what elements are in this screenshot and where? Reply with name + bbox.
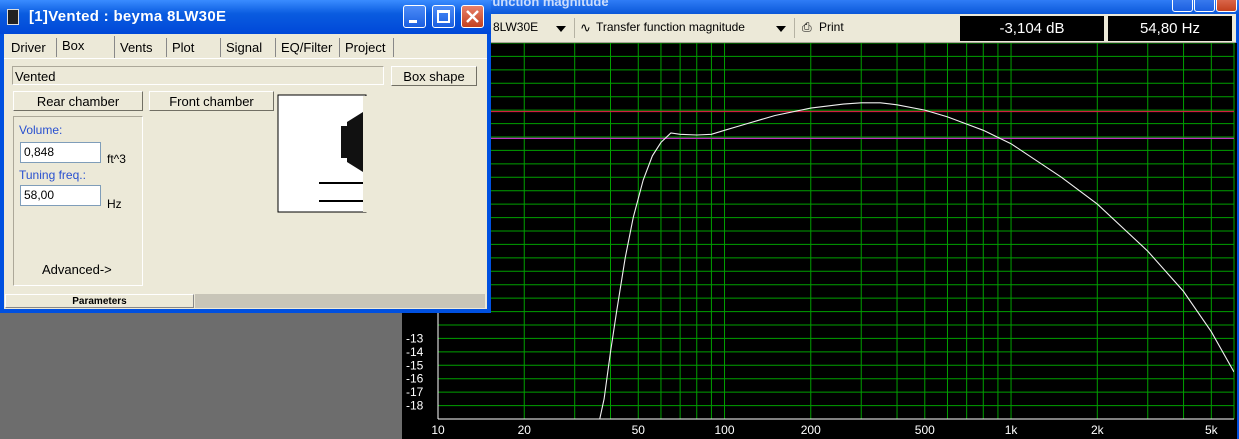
volume-label: Volume: — [19, 123, 63, 137]
box-preview-image — [277, 94, 367, 213]
dialog-title: [1]Vented : beyma 8LW30E — [29, 8, 227, 25]
minimize-icon[interactable] — [1172, 0, 1193, 12]
plot-window-titlebar[interactable]: function magnitude — [402, 0, 1239, 14]
y-tick-label: -16 — [406, 372, 424, 386]
advanced-link[interactable]: Advanced-> — [42, 262, 112, 277]
dialog-titlebar[interactable]: [1]Vented : beyma 8LW30E — [0, 0, 491, 34]
frequency-response-chart[interactable]: 10 20 50 100 200 500 1k 2k 5k -13-14-15-16-17-18 — [402, 43, 1237, 439]
hz-readout: 54,80 Hz — [1108, 16, 1232, 41]
box-shape-button[interactable]: Box shape — [391, 66, 477, 86]
toolbar-separator — [574, 18, 575, 38]
plot-window-title: function magnitude — [488, 0, 609, 9]
volume-input[interactable]: 0,848 — [20, 142, 101, 163]
y-tick-label: -13 — [406, 331, 424, 345]
tab-eq-filter[interactable]: EQ/Filter — [276, 38, 340, 57]
view-select[interactable]: Transfer function magnitude — [596, 20, 745, 34]
db-readout: -3,104 dB — [960, 16, 1104, 41]
tuning-freq-unit: Hz — [107, 197, 122, 211]
volume-unit: ft^3 — [107, 152, 126, 166]
driver-select[interactable]: 8LW30E — [493, 20, 538, 34]
tab-box[interactable]: Box — [57, 36, 115, 58]
tab-project[interactable]: Project — [340, 38, 394, 57]
tuning-freq-label: Tuning freq.: — [19, 168, 86, 182]
front-chamber-button[interactable]: Front chamber — [149, 91, 274, 111]
tab-driver[interactable]: Driver — [6, 38, 57, 57]
tab-vents[interactable]: Vents — [115, 38, 167, 57]
waveform-icon: ∿ — [580, 20, 591, 35]
y-tick-label: -17 — [406, 385, 424, 399]
printer-icon[interactable]: ⎙ — [802, 20, 812, 35]
dialog-client: Driver Box Vents Plot Signal EQ/Filter P… — [4, 34, 487, 309]
x-tick-label: 10 — [431, 423, 445, 437]
box-type-field: Vented — [12, 66, 384, 85]
chevron-down-icon[interactable] — [776, 26, 786, 32]
x-tick-label: 50 — [632, 423, 646, 437]
status-empty-cell — [195, 294, 485, 308]
print-button[interactable]: Print — [819, 20, 844, 34]
close-icon[interactable] — [1216, 0, 1237, 12]
x-tick-label: 2k — [1091, 423, 1105, 437]
box-dialog: [1]Vented : beyma 8LW30E Driver Box Vent… — [0, 0, 491, 313]
status-parameters: Parameters — [5, 294, 194, 308]
maximize-icon[interactable] — [432, 5, 455, 28]
chart-background — [402, 43, 1237, 439]
toolbar-separator — [794, 18, 795, 38]
x-tick-label: 5k — [1205, 423, 1219, 437]
tab-signal[interactable]: Signal — [221, 38, 276, 57]
x-tick-label: 500 — [915, 423, 935, 437]
app-icon — [7, 9, 19, 25]
x-tick-label: 200 — [801, 423, 821, 437]
y-tick-label: -14 — [406, 345, 424, 359]
y-tick-label: -18 — [406, 399, 424, 413]
x-tick-label: 1k — [1005, 423, 1019, 437]
maximize-icon[interactable] — [1194, 0, 1215, 12]
rear-chamber-panel: Volume: 0,848 ft^3 Tuning freq.: 58,00 H… — [13, 116, 143, 286]
minimize-icon[interactable] — [403, 5, 426, 28]
tab-strip: Driver Box Vents Plot Signal EQ/Filter P… — [4, 36, 487, 59]
status-bar: Parameters — [4, 293, 487, 309]
tuning-freq-input[interactable]: 58,00 — [20, 185, 101, 206]
x-tick-label: 20 — [518, 423, 532, 437]
close-icon[interactable] — [461, 5, 484, 28]
tab-plot[interactable]: Plot — [167, 38, 221, 57]
chevron-down-icon[interactable] — [556, 26, 566, 32]
rear-chamber-button[interactable]: Rear chamber — [13, 91, 143, 111]
x-tick-label: 100 — [715, 423, 735, 437]
y-tick-label: -15 — [406, 358, 424, 372]
